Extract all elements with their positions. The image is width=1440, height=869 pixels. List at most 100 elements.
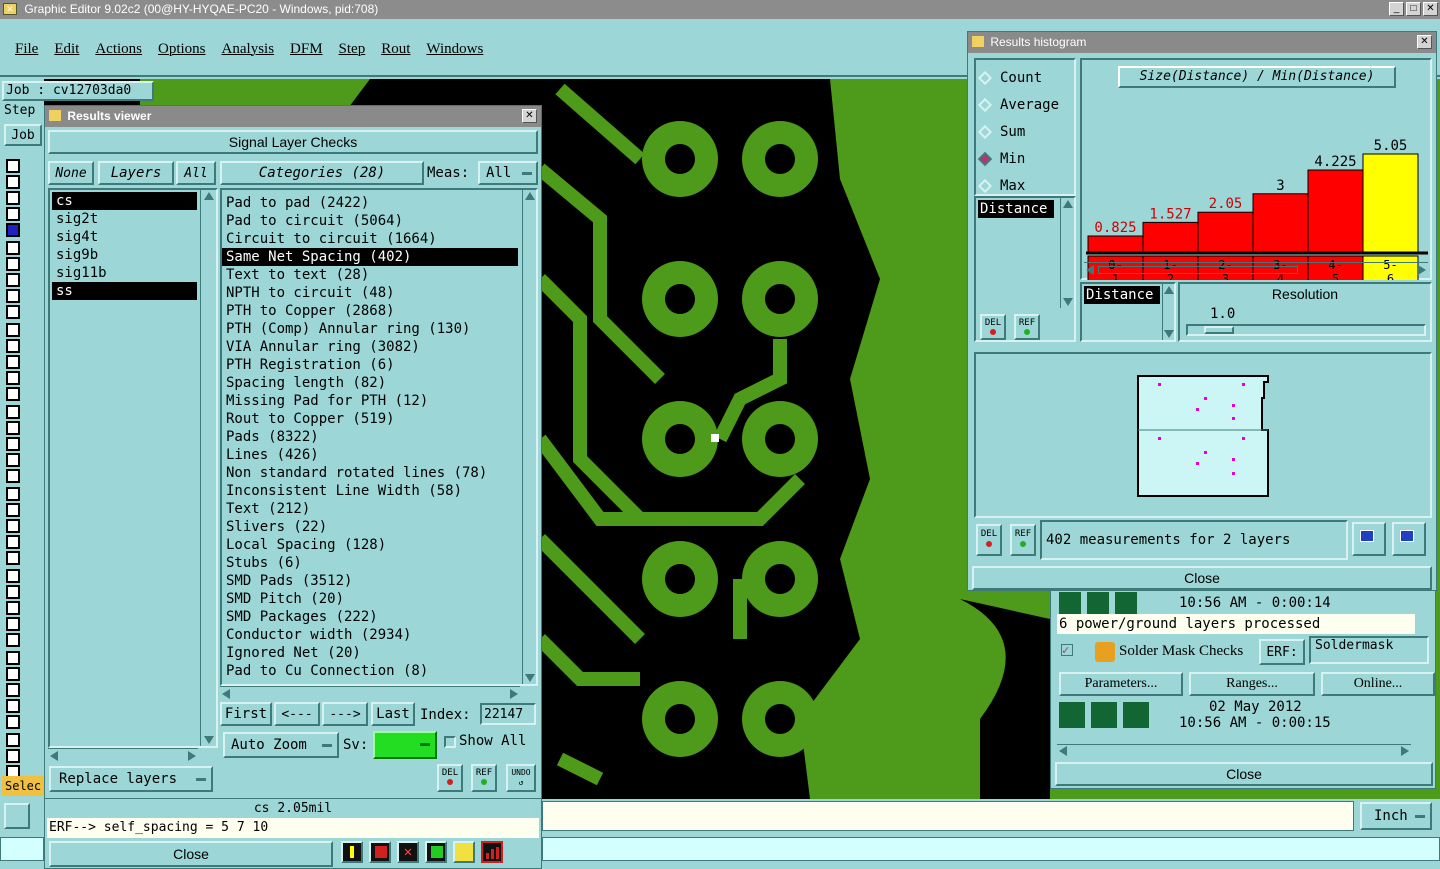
layer-toggle-icon[interactable] (6, 305, 20, 319)
auto-zoom-dropdown[interactable]: Auto Zoom (223, 732, 339, 758)
sv-color-dropdown[interactable] (373, 731, 437, 759)
layer-toggle-icon[interactable] (6, 453, 20, 467)
category-item[interactable]: Pad to Cu Connection (8) (222, 662, 518, 680)
first-button[interactable]: First (220, 702, 272, 726)
category-item[interactable]: Inconsistent Line Width (58) (222, 482, 518, 500)
layer-toggle-icon[interactable] (6, 371, 20, 385)
select-tool-icon[interactable] (4, 803, 30, 829)
category-item[interactable]: Text (212) (222, 500, 518, 518)
field-del-button[interactable]: DEL (980, 314, 1006, 340)
online-button[interactable]: Online... (1321, 672, 1435, 696)
run-icon[interactable] (1059, 592, 1081, 614)
field-b-item[interactable]: Distance (1084, 286, 1160, 304)
layer-toggle-icon[interactable] (6, 355, 20, 369)
layer-toggle-icon[interactable] (6, 405, 20, 419)
category-item[interactable]: SMD Pads (3512) (222, 572, 518, 590)
undo-button[interactable]: UNDO ↺ (506, 764, 536, 792)
dfm-close-button[interactable]: Close (1055, 762, 1433, 786)
layers-scrollbar[interactable] (200, 190, 216, 746)
solder-mask-check-checkbox[interactable]: ✓ (1061, 644, 1073, 656)
category-item[interactable]: Circuit to circuit (1664) (222, 230, 518, 248)
layer-toggle-icon[interactable] (6, 289, 20, 303)
run-marked-icon[interactable] (1115, 592, 1137, 614)
histogram-bar[interactable] (1362, 153, 1419, 253)
layer-item-cs[interactable]: cs (52, 192, 197, 210)
histogram-bar[interactable] (1252, 193, 1309, 253)
layers-button[interactable]: Layers (98, 161, 174, 185)
category-item[interactable]: Pads (8322) (222, 428, 518, 446)
run-all-icon[interactable] (1087, 592, 1109, 614)
ref-button[interactable]: REF (471, 764, 497, 792)
parameters-button[interactable]: Parameters... (1059, 672, 1183, 696)
layer-toggle-icon[interactable] (6, 633, 20, 647)
run-icon[interactable] (1059, 702, 1085, 728)
job-button[interactable]: Job (4, 124, 42, 146)
menu-file[interactable]: File (15, 41, 38, 58)
layer-toggle-icon[interactable] (6, 683, 20, 697)
resolution-slider[interactable] (1186, 324, 1426, 336)
layer-toggle-icon[interactable] (6, 733, 20, 747)
layer-toggle-icon[interactable] (6, 257, 20, 271)
layer-toggle-icon[interactable] (6, 323, 20, 337)
layer-toggle-icon[interactable] (6, 749, 20, 763)
layer-toggle-icon[interactable] (6, 469, 20, 483)
layer-toggle-icon[interactable] (6, 273, 20, 287)
menu-windows[interactable]: Windows (426, 41, 483, 58)
layer-toggle-icon[interactable] (6, 651, 20, 665)
measure-icon[interactable] (341, 841, 363, 863)
select-label[interactable]: Selec (2, 776, 44, 796)
category-item[interactable]: Stubs (6) (222, 554, 518, 572)
category-item[interactable]: PTH Registration (6) (222, 356, 518, 374)
radio-max[interactable]: Max (977, 172, 1059, 199)
command-input[interactable] (542, 801, 1354, 831)
category-item[interactable]: Same Net Spacing (402) (222, 248, 518, 266)
meas-dropdown[interactable]: All (478, 161, 538, 185)
category-item[interactable]: Missing Pad for PTH (12) (222, 392, 518, 410)
import-chart-icon[interactable] (1392, 522, 1426, 556)
index-input[interactable] (480, 703, 536, 725)
layer-toggle-icon[interactable] (6, 667, 20, 681)
histogram-bar[interactable] (1197, 211, 1254, 253)
layer-toggle-icon[interactable] (6, 421, 20, 435)
category-item[interactable]: Pad to pad (2422) (222, 194, 518, 212)
histogram-bar[interactable] (1307, 169, 1364, 253)
field-a-item[interactable]: Distance (978, 200, 1054, 218)
layer-item-sig4t[interactable]: sig4t (52, 228, 197, 246)
layer-item-sig9b[interactable]: sig9b (52, 246, 197, 264)
none-button[interactable]: None (48, 161, 94, 185)
layer-item-ss[interactable]: ss (52, 282, 197, 300)
dfm-hscrollbar[interactable] (1057, 744, 1411, 756)
next-button[interactable]: ---> (322, 702, 368, 726)
layer-toggle-icon[interactable] (6, 569, 20, 583)
del-button[interactable]: DEL (437, 764, 463, 792)
layer-toggle-icon[interactable] (6, 159, 20, 173)
category-item[interactable]: Local Spacing (128) (222, 536, 518, 554)
layer-toggle-icon[interactable] (6, 519, 20, 533)
histogram-bar[interactable] (1142, 221, 1199, 253)
layer-item-sig2t[interactable]: sig2t (52, 210, 197, 228)
histogram-icon[interactable] (481, 841, 503, 863)
categories-scrollbar[interactable] (522, 190, 536, 684)
layer-toggle-icon[interactable] (6, 339, 20, 353)
category-item[interactable]: Lines (426) (222, 446, 518, 464)
notes-icon[interactable] (453, 841, 475, 863)
menu-dfm[interactable]: DFM (290, 41, 323, 58)
preview-ref-button[interactable]: REF (1010, 524, 1036, 556)
resolution-slider-thumb[interactable] (1204, 326, 1234, 334)
layer-toggle-icon[interactable] (6, 601, 20, 615)
results-viewer-close-icon[interactable]: ✕ (522, 109, 537, 123)
category-item[interactable]: Ignored Net (20) (222, 644, 518, 662)
ranges-button[interactable]: Ranges... (1189, 672, 1315, 696)
category-item[interactable]: PTH (Comp) Annular ring (130) (222, 320, 518, 338)
results-viewer-close-button[interactable]: Close (49, 841, 333, 867)
field-ref-button[interactable]: REF (1014, 314, 1040, 340)
preview-del-button[interactable]: DEL (976, 524, 1002, 556)
histogram-close-button[interactable]: Close (972, 566, 1432, 590)
layer-toggle-icon[interactable] (6, 551, 20, 565)
layer-toggle-icon[interactable] (6, 175, 20, 189)
menu-rout[interactable]: Rout (381, 41, 410, 58)
menu-options[interactable]: Options (158, 41, 206, 58)
report-icon[interactable] (369, 841, 391, 863)
layer-toggle-icon[interactable] (6, 387, 20, 401)
counter-icon[interactable] (425, 841, 447, 863)
